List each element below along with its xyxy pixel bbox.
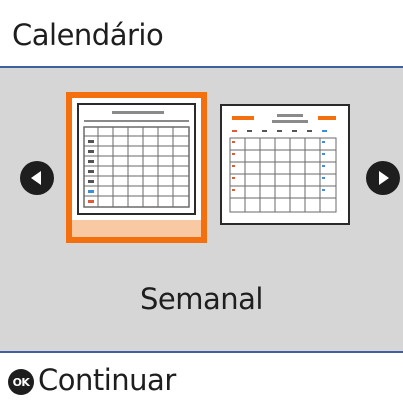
screen-title: Calendário (12, 18, 164, 52)
ok-button-icon[interactable]: OK (8, 369, 34, 395)
screen-footer: OK Continuar (0, 351, 403, 403)
arrow-right-icon[interactable] (366, 161, 400, 195)
selected-layout-label: Semanal (140, 282, 263, 316)
arrow-left-icon[interactable] (20, 161, 54, 195)
calendar-layout-selector: Semanal (0, 68, 403, 351)
monthly-calendar-icon (229, 114, 337, 213)
weekly-calendar-icon (72, 98, 201, 220)
selection-highlight (72, 220, 201, 237)
screen-header: Calendário (0, 0, 403, 68)
continue-label: Continuar (38, 363, 176, 397)
monthly-calendar-option[interactable] (220, 104, 350, 225)
weekly-calendar-option[interactable] (66, 92, 207, 243)
